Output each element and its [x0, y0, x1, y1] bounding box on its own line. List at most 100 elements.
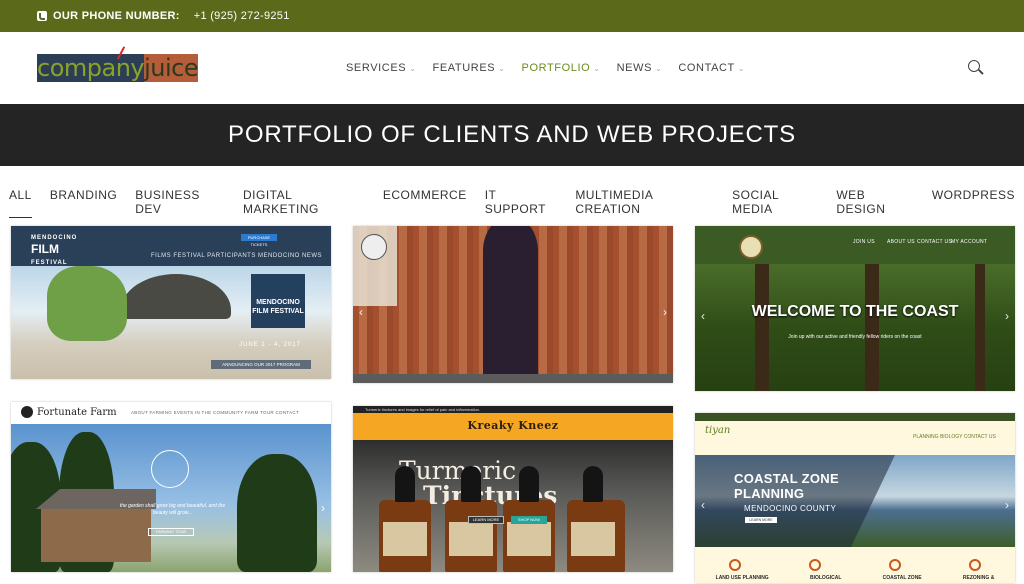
nav-news[interactable]: NEWS ⌄ — [617, 62, 663, 74]
nav-contact[interactable]: CONTACT ⌄ — [678, 62, 745, 74]
card-menu: PLANNING BIOLOGY CONTACT US — [913, 434, 996, 440]
service-labels: LAND USE PLANNING BIOLOGICAL COASTAL ZON… — [695, 575, 1015, 581]
farm-emblem-icon — [151, 450, 189, 488]
tree-trunk — [865, 264, 879, 391]
service-icon — [889, 559, 901, 571]
card-link: ABOUT US — [887, 239, 915, 245]
bottle-shape — [503, 466, 555, 572]
filter-ecommerce[interactable]: ECOMMERCE — [383, 188, 467, 218]
chevron-right-icon[interactable]: › — [663, 305, 667, 319]
nav-label: FEATURES — [432, 62, 496, 74]
chevron-left-icon[interactable]: ‹ — [701, 498, 705, 512]
tree-shape — [237, 454, 317, 572]
portfolio-card-kreaky-kneez[interactable]: Turmeric tinctures and images for relief… — [353, 406, 673, 572]
filter-web-design[interactable]: WEB DESIGN — [836, 188, 913, 218]
card-link: CONTACT US — [917, 239, 953, 245]
logo-top: MENDOCINO — [31, 235, 78, 241]
filter-digital-marketing[interactable]: DIGITAL MARKETING — [243, 188, 365, 218]
logo-text-company: company — [37, 54, 145, 82]
card-subheadline: MENDOCINO COUNTY — [744, 504, 837, 513]
farm-logo: Fortunate Farm — [21, 406, 117, 418]
tree-trunk — [755, 264, 769, 391]
nav-label: SERVICES — [346, 62, 407, 74]
card-headline: COASTAL ZONE — [734, 471, 839, 486]
card-menu: ABOUT FARMING EVENTS IN THE COMMUNITY FA… — [131, 410, 300, 415]
filter-multimedia-creation[interactable]: MULTIMEDIA CREATION — [575, 188, 714, 218]
bottle-shape — [567, 466, 625, 572]
phone-number[interactable]: +1 (925) 272-9251 — [194, 10, 290, 22]
main-nav: SERVICES ⌄ FEATURES ⌄ PORTFOLIO ⌄ NEWS ⌄ CON… — [346, 62, 761, 74]
service-label: BIOLOGICAL — [809, 575, 842, 581]
filter-it-support[interactable]: IT SUPPORT — [485, 188, 558, 218]
card-menu: FILMS FESTIVAL PARTICIPANTS MENDOCINO NE… — [151, 253, 323, 259]
nav-features[interactable]: FEATURES ⌄ — [433, 62, 506, 74]
chevron-left-icon[interactable]: ‹ — [359, 305, 363, 319]
announce-button: ANNOUNCING OUR 2017 PROGRAM — [211, 360, 311, 369]
child-shape — [47, 266, 127, 341]
farm-logo-icon — [21, 406, 33, 418]
card-link: JOIN US — [853, 239, 875, 245]
page-title: PORTFOLIO OF CLIENTS AND WEB PROJECTS — [228, 121, 796, 148]
filter-all[interactable]: ALL — [9, 188, 32, 218]
filter-branding[interactable]: BRANDING — [50, 188, 117, 218]
search-icon[interactable] — [968, 60, 984, 76]
site-logo[interactable]: companyjuice — [37, 46, 199, 82]
door-gap — [483, 226, 538, 383]
site-header: companyjuice SERVICES ⌄ FEATURES ⌄ PORTFOL… — [0, 32, 1024, 104]
card-button: LEARN MORE — [745, 517, 777, 523]
chevron-down-icon: ⌄ — [655, 63, 663, 73]
portfolio-card-coastal-planning[interactable]: tiyan PLANNING BIOLOGY CONTACT US COASTA… — [695, 413, 1015, 583]
chevron-down-icon: ⌄ — [498, 63, 506, 73]
card-headline-2: PLANNING — [734, 486, 805, 501]
card-sidebar — [353, 226, 397, 306]
service-icons — [695, 559, 1015, 571]
portfolio-card-wood-doors[interactable]: ‹ › — [353, 226, 673, 383]
phone-icon — [37, 11, 47, 21]
chevron-right-icon[interactable]: › — [1005, 309, 1009, 323]
filter-wordpress[interactable]: WORDPRESS — [932, 188, 1015, 218]
bottle-shape — [379, 466, 431, 572]
card-button: FARMING TOUR — [148, 528, 194, 536]
chevron-down-icon: ⌄ — [737, 63, 746, 73]
card-footer-bar — [353, 374, 673, 383]
top-info-bar: OUR PHONE NUMBER: +1 (925) 272-9251 — [0, 0, 1024, 32]
forest-photo — [695, 264, 1015, 391]
card-top-strip — [695, 413, 1015, 421]
tree-trunk — [975, 264, 985, 391]
planning-logo: tiyan — [705, 425, 731, 436]
logo-text-juice: juice — [144, 54, 199, 82]
filter-social-media[interactable]: SOCIAL MEDIA — [732, 188, 818, 218]
farm-logo-text: Fortunate Farm — [37, 406, 117, 418]
card-button-2: SHOP NOW — [511, 516, 547, 524]
festival-date: JUNE 1 - 4, 2017 — [239, 342, 302, 348]
portfolio-card-film-festival[interactable]: MENDOCINO FILM FESTIVAL FILMS FESTIVAL PAR… — [11, 226, 331, 379]
nav-label: CONTACT — [678, 62, 735, 74]
service-icon — [969, 559, 981, 571]
card-button: LEARN MORE — [468, 516, 504, 524]
portfolio-card-fortunate-farm[interactable]: Fortunate Farm ABOUT FARMING EVENTS IN T… — [11, 402, 331, 572]
service-label: REZONING & — [962, 575, 995, 581]
card-top-strip: Turmeric tinctures and images for relief… — [353, 406, 673, 413]
page-title-banner: PORTFOLIO OF CLIENTS AND WEB PROJECTS — [0, 104, 1024, 166]
logo-main: FILM — [31, 242, 59, 256]
nav-label: NEWS — [616, 62, 653, 74]
chevron-down-icon: ⌄ — [593, 63, 601, 73]
card-link: MY ACCOUNT — [951, 239, 988, 245]
film-festival-logo: MENDOCINO FILM FESTIVAL — [31, 230, 78, 266]
filter-business-dev[interactable]: BUSINESS DEV — [135, 188, 225, 218]
portfolio-card-coast-cyclists[interactable]: JOIN US ABOUT US CONTACT US MY ACCOUNT W… — [695, 226, 1015, 391]
phone-label: OUR PHONE NUMBER: — [53, 10, 180, 22]
nav-portfolio[interactable]: PORTFOLIO ⌄ — [522, 62, 601, 74]
service-label: COASTAL ZONE — [882, 575, 922, 581]
card-button: PURCHASE TICKETS — [241, 234, 277, 247]
phone-info: OUR PHONE NUMBER: +1 (925) 272-9251 — [37, 10, 290, 22]
chevron-left-icon[interactable]: ‹ — [701, 309, 705, 323]
kreaky-kneez-logo: Kreaky Kneez — [467, 419, 559, 432]
bottle-shape — [445, 466, 497, 572]
chevron-right-icon[interactable]: › — [1005, 498, 1009, 512]
festival-badge: MENDOCINO FILM FESTIVAL — [251, 274, 305, 328]
service-icon — [729, 559, 741, 571]
chevron-right-icon[interactable]: › — [321, 501, 325, 515]
service-icon — [809, 559, 821, 571]
nav-services[interactable]: SERVICES ⌄ — [346, 62, 417, 74]
